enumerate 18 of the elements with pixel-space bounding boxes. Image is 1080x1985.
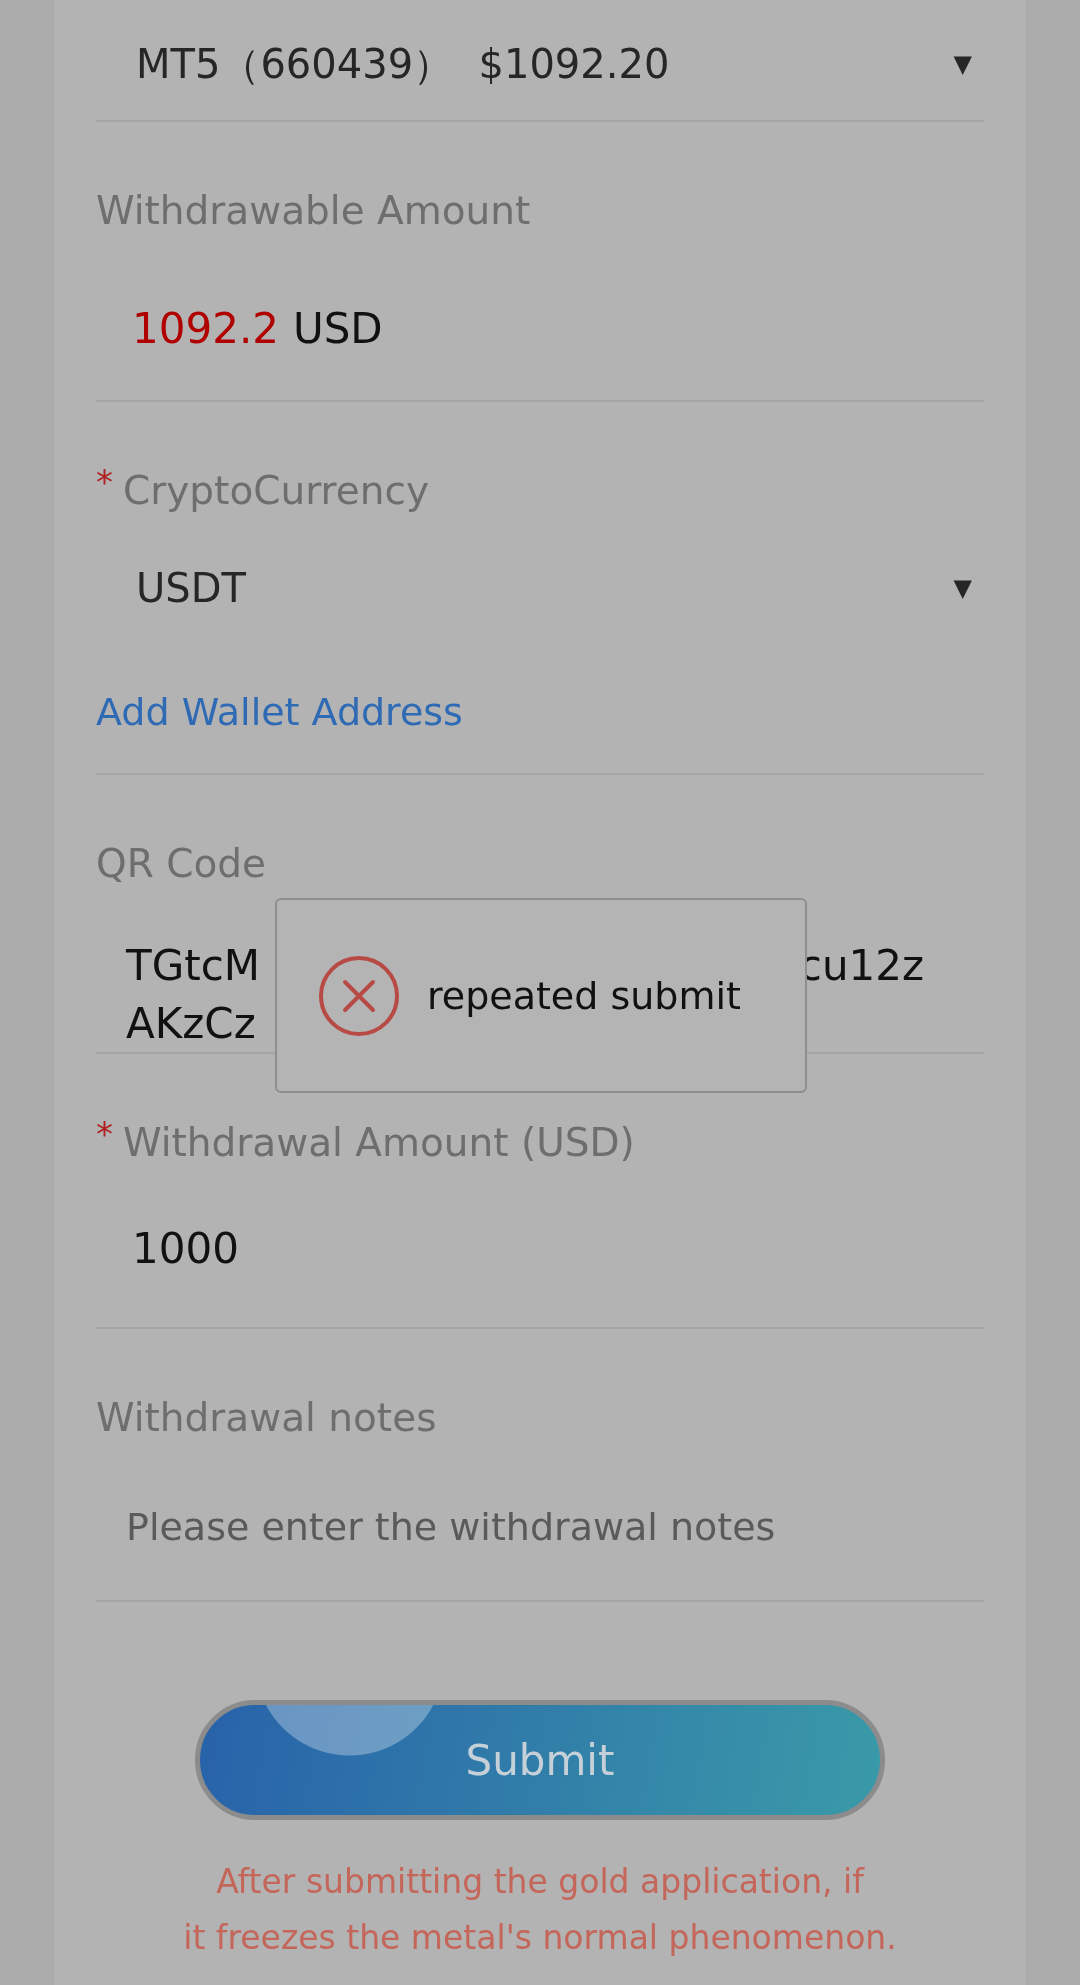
toast-message: repeated submit bbox=[427, 973, 741, 1018]
address-text: AKzCz bbox=[126, 998, 256, 1048]
notes-input[interactable]: Please enter the withdrawal notes bbox=[96, 1497, 984, 1557]
field-label: Withdrawable Amount bbox=[96, 187, 531, 233]
address-text: TGtcM bbox=[126, 940, 260, 990]
notice-text: After submitting the gold application, if it freezes the metal's normal phenomenon. bbox=[182, 1861, 898, 1959]
required-mark: * bbox=[96, 1114, 113, 1154]
field-label: QR Code bbox=[96, 840, 267, 886]
required-mark: * bbox=[96, 462, 113, 502]
currency-unit: USD bbox=[292, 303, 383, 353]
account-select[interactable]: MT5（660439） $1092.20 ▼ bbox=[96, 36, 984, 92]
field-label: CryptoCurrency bbox=[123, 467, 429, 513]
currency-select[interactable]: USDT ▼ bbox=[96, 558, 984, 618]
field-label: Withdrawal Amount (USD) bbox=[123, 1119, 635, 1165]
field-label: Withdrawal notes bbox=[96, 1394, 437, 1440]
amount-value: 1092.2 bbox=[132, 303, 279, 353]
error-icon bbox=[317, 953, 401, 1038]
amount-input[interactable]: 1000 bbox=[96, 1218, 984, 1278]
